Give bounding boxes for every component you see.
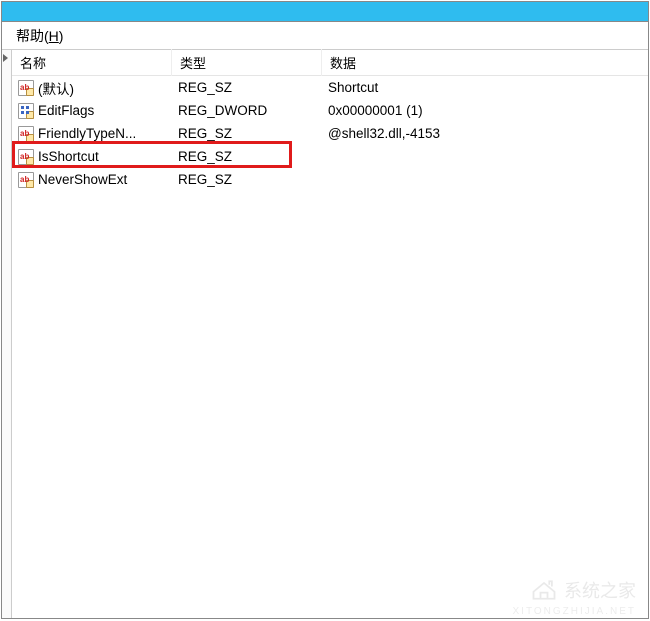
cell-data xyxy=(322,155,648,159)
value-name: IsShortcut xyxy=(38,149,99,164)
value-name: (默认) xyxy=(38,78,74,98)
cell-data: 0x00000001 (1) xyxy=(322,101,648,120)
cell-type: REG_DWORD xyxy=(172,101,322,120)
column-header-data[interactable]: 数据 xyxy=(322,49,648,76)
cell-name: EditFlags xyxy=(12,101,172,121)
scroll-arrow-icon xyxy=(3,54,8,62)
cell-type: REG_SZ xyxy=(172,147,322,166)
cell-name: NeverShowExt xyxy=(12,170,172,190)
menu-help-accel: H xyxy=(49,28,59,44)
value-name: FriendlyTypeN... xyxy=(38,126,136,141)
reg-sz-icon xyxy=(18,126,34,142)
list-panel: 名称 类型 数据 (默认)REG_SZShortcutEditFlagsREG_… xyxy=(12,50,648,618)
cell-type: REG_SZ xyxy=(172,170,322,189)
list-row[interactable]: NeverShowExt REG_SZ xyxy=(12,168,648,191)
cell-name: FriendlyTypeN... xyxy=(12,124,172,144)
cell-data: Shortcut xyxy=(322,78,648,97)
column-header-name[interactable]: 名称 xyxy=(12,49,172,76)
reg-sz-icon xyxy=(18,172,34,188)
cell-type: REG_SZ xyxy=(172,124,322,143)
list-row[interactable]: FriendlyTypeN... REG_SZ@shell32.dll,-4153 xyxy=(12,122,648,145)
reg-dword-icon xyxy=(18,103,34,119)
menu-help[interactable]: 帮助(H) xyxy=(10,24,69,48)
window-frame: 帮助(H) 名称 类型 数据 (默认)REG_SZShortcutEditFla… xyxy=(1,1,649,619)
list-row[interactable]: (默认) REG_SZShortcut xyxy=(12,76,648,99)
cell-name: (默认) xyxy=(12,76,172,100)
cell-data xyxy=(322,178,648,182)
reg-sz-icon xyxy=(18,80,34,96)
list-row[interactable]: EditFlags REG_DWORD0x00000001 (1) xyxy=(12,99,648,122)
value-name: EditFlags xyxy=(38,103,94,118)
title-bar[interactable] xyxy=(2,2,648,22)
cell-type: REG_SZ xyxy=(172,78,322,97)
list-body: (默认)REG_SZShortcutEditFlagsREG_DWORD0x00… xyxy=(12,76,648,191)
cell-name: IsShortcut xyxy=(12,147,172,167)
column-header-type[interactable]: 类型 xyxy=(172,49,322,76)
list-row[interactable]: IsShortcut REG_SZ xyxy=(12,145,648,168)
reg-sz-icon xyxy=(18,149,34,165)
content-area: 名称 类型 数据 (默认)REG_SZShortcutEditFlagsREG_… xyxy=(2,50,648,618)
list-header: 名称 类型 数据 xyxy=(12,50,648,76)
menu-help-label: 帮助 xyxy=(16,28,44,44)
menu-bar: 帮助(H) xyxy=(2,22,648,50)
value-name: NeverShowExt xyxy=(38,172,127,187)
cell-data: @shell32.dll,-4153 xyxy=(322,124,648,143)
tree-scroll-stub[interactable] xyxy=(2,50,12,618)
